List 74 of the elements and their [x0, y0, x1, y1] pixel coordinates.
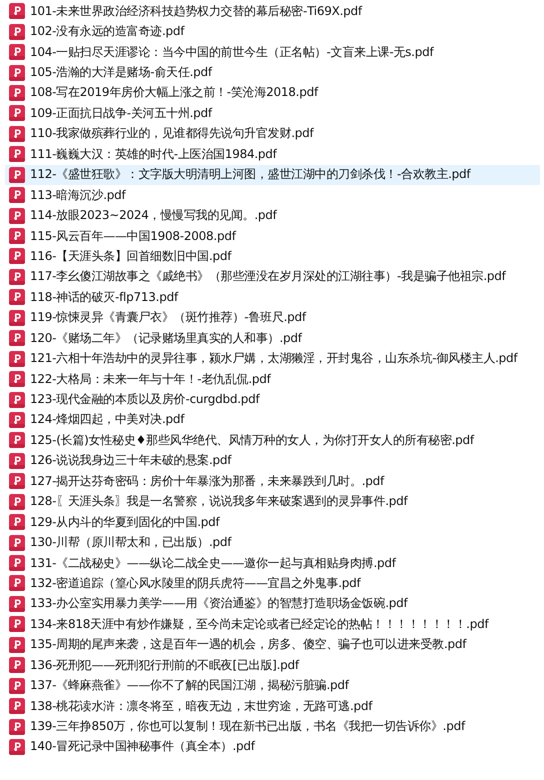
- file-row[interactable]: 127-揭开达芬奇密码：房价十年暴涨为那番，未来暴跌到几时。.pdf: [5, 471, 540, 492]
- pdf-file-icon: [9, 187, 25, 204]
- file-row[interactable]: 126-说说我身边三十年未破的悬案.pdf: [5, 450, 540, 472]
- file-row[interactable]: 116-【天涯头条】回首细数旧中国.pdf: [5, 246, 540, 267]
- file-row[interactable]: 135-周期的尾声来袭，这是百年一遇的机会，房多、傻空、骗子也可以进来受教.pdf: [5, 634, 540, 655]
- pdf-file-icon: [9, 126, 25, 142]
- file-row[interactable]: 134-来818天涯中有炒作嫌疑，至今尚未定论或者已经定论的热帖！！！！！！！！.pdf: [5, 614, 540, 635]
- pdf-file-icon: [9, 392, 25, 408]
- pdf-file-icon: [9, 636, 25, 653]
- file-row[interactable]: 125-(长篇)女性秘史♦那些风华绝代、风情万种的女人，为你打开女人的所有秘密.pdf: [5, 430, 540, 451]
- pdf-file-icon: [9, 371, 25, 388]
- file-row[interactable]: 119-惊悚灵异《青囊尸衣》（斑竹推荐）-鲁班尺.pdf: [5, 308, 540, 328]
- pdf-file-icon: [9, 432, 25, 448]
- file-row[interactable]: 122-大格局：未来一年与十年！-老仇乱侃.pdf: [5, 368, 540, 390]
- pdf-file-icon: [9, 698, 25, 714]
- file-row[interactable]: 137-《蜂麻燕雀》——你不了解的民国江湖，揭秘污脏骗.pdf: [5, 675, 540, 696]
- file-row[interactable]: 104-一贴扫尽天涯谬论：当今中国的前世今生（正名帖）-文盲来上课-无s.pdf: [5, 42, 540, 62]
- pdf-file-icon: [9, 738, 25, 755]
- file-row[interactable]: 121-六相十年浩劫中的灵异往事，颍水尸媾，太湖獭淫，开封鬼谷，山东杀坑-御风楼主人.pdf: [5, 348, 540, 369]
- file-row[interactable]: 138-桃花读水浒：凛冬将至，暗夜无边，末世穷途，无路可逃.pdf: [5, 696, 540, 716]
- pdf-file-icon: [9, 534, 25, 551]
- file-row[interactable]: 123-现代金融的本质以及房价-curgdbd.pdf: [5, 389, 540, 410]
- pdf-file-icon: [9, 494, 25, 510]
- file-row[interactable]: 131-《二战秘史》——纵论二战全史——邀你一起与真相贴身肉搏.pdf: [5, 552, 540, 574]
- file-row[interactable]: 139-三年挣850万，你也可以复制！现在新书已出版，书名《我把一切告诉你》.pdf: [5, 716, 540, 737]
- file-row[interactable]: 132-密道追踪（篁心风水陵里的阴兵虎符——宜昌之外鬼事.pdf: [5, 573, 540, 594]
- file-row[interactable]: 130-川帮（原川帮太和，已出版）.pdf: [5, 532, 540, 553]
- pdf-file-icon: [9, 350, 25, 367]
- pdf-file-icon: [9, 310, 25, 326]
- file-row[interactable]: 124-烽烟四起，中美对决.pdf: [5, 410, 540, 430]
- file-row[interactable]: 109-正面抗日战争-关河五十州.pdf: [5, 103, 540, 124]
- file-row[interactable]: 108-写在2019年房价大幅上涨之前！-笑沧海2018.pdf: [5, 82, 540, 104]
- pdf-file-icon: [9, 248, 25, 264]
- file-row[interactable]: 113-暗海沉沙.pdf: [5, 184, 540, 206]
- pdf-file-icon: [9, 84, 25, 101]
- file-row[interactable]: 117-李幺傻江湖故事之《戚绝书》（那些湮没在岁月深处的江湖往事）-我是骗子他祖宗.pdf: [5, 266, 540, 288]
- pdf-file-icon: [9, 289, 25, 306]
- file-row[interactable]: 133-办公室实用暴力美学——用《资治通鉴》的智慧打造职场金饭碗.pdf: [5, 594, 540, 614]
- file-row[interactable]: 115-风云百年——中国1908-2008.pdf: [5, 226, 540, 246]
- file-row[interactable]: 111-巍巍大汉：英雄的时代-上医治国1984.pdf: [5, 144, 540, 164]
- pdf-file-icon: [9, 330, 25, 346]
- file-row[interactable]: 120-《赌场二年》（记录赌场里真实的人和事）.pdf: [5, 328, 540, 348]
- file-row[interactable]: 140-冒死记录中国神秘事件（真全本）.pdf: [5, 736, 540, 758]
- pdf-file-icon: [9, 718, 25, 735]
- pdf-file-icon: [9, 473, 25, 490]
- pdf-file-icon: [9, 596, 25, 612]
- pdf-file-icon: [9, 657, 25, 674]
- pdf-file-icon: [9, 575, 25, 592]
- pdf-file-icon: [9, 452, 25, 469]
- pdf-file-icon: [9, 105, 25, 122]
- pdf-file-icon: [9, 555, 25, 572]
- file-row[interactable]: 114-放眼2023~2024，慢慢写我的见闻。.pdf: [5, 205, 540, 226]
- pdf-file-icon: [9, 228, 25, 244]
- pdf-file-icon: [9, 678, 25, 694]
- file-row[interactable]: 105-浩瀚的大洋是赌场-俞天任.pdf: [5, 62, 540, 83]
- pdf-file-icon: [9, 514, 25, 530]
- file-row[interactable]: 110-我家做殡葬行业的，见谁都得先说句升官发财.pdf: [5, 124, 540, 144]
- pdf-file-icon: [9, 616, 25, 632]
- pdf-file-icon: [9, 44, 25, 60]
- file-row[interactable]: 136-死刑犯——死刑犯行刑前的不眠夜[已出版].pdf: [5, 655, 540, 676]
- pdf-file-icon: [9, 208, 25, 224]
- file-row[interactable]: 129-从内斗的华夏到固化的中国.pdf: [5, 512, 540, 532]
- file-row[interactable]: 128-〖天涯头条〗我是一名警察，说说我多年来破案遇到的灵异事件.pdf: [5, 492, 540, 512]
- pdf-file-icon: [9, 166, 25, 183]
- pdf-file-icon: [9, 24, 25, 40]
- pdf-file-icon: [9, 412, 25, 428]
- pdf-file-icon: [9, 64, 25, 81]
- file-row[interactable]: 118-神话的破灭-flp713.pdf: [5, 287, 540, 308]
- file-row[interactable]: 112-《盛世狂歌》：文字版大明清明上河图，盛世江湖中的刀剑杀伐！-合欢教主.pdf: [5, 164, 540, 185]
- pdf-file-icon: [9, 3, 25, 20]
- file-row[interactable]: 101-未来世界政治经济科技趋势权力交替的幕后秘密-Ti69X.pdf: [5, 1, 540, 22]
- pdf-file-icon: [9, 146, 25, 162]
- file-row[interactable]: 102-没有永远的造富奇迹.pdf: [5, 21, 540, 42]
- pdf-file-icon: [9, 268, 25, 285]
